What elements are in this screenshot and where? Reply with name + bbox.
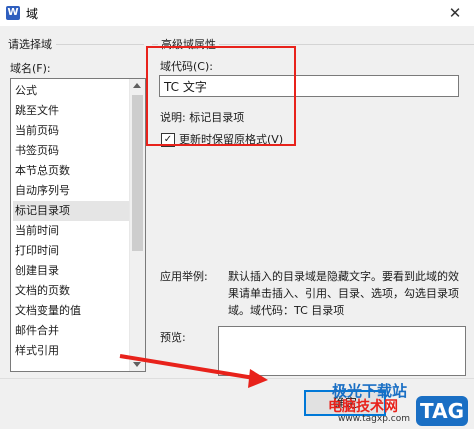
watermark-url: www.tagxp.com — [338, 414, 410, 424]
pointer-arrow-icon — [119, 354, 268, 388]
watermark-tag-logo: TAG — [416, 396, 468, 426]
watermark-text-2: 电脑技术网 — [328, 399, 398, 415]
